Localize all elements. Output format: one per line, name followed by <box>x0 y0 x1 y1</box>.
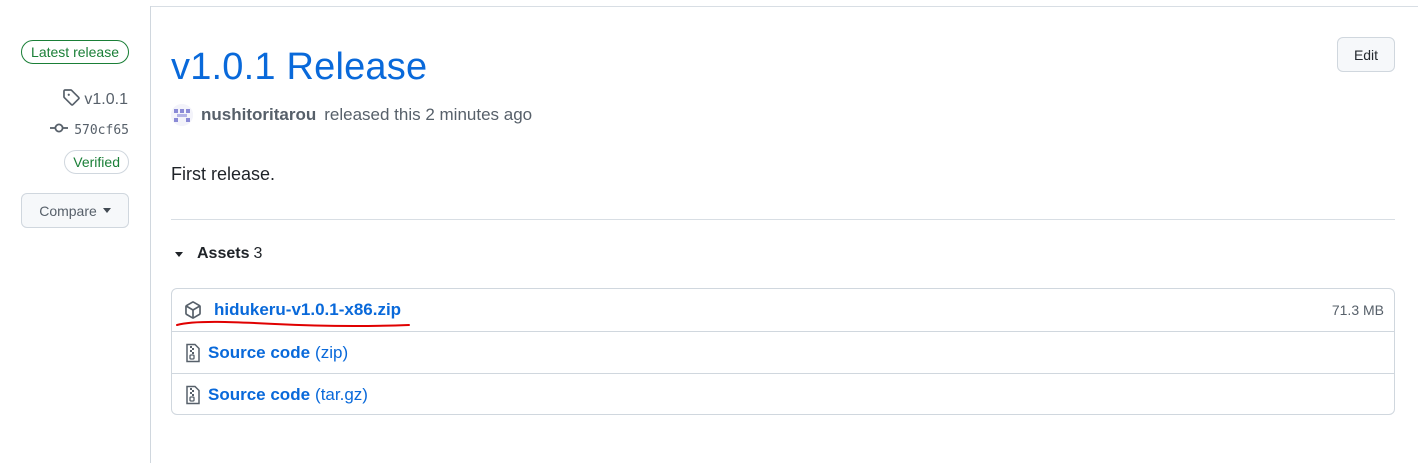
source-code-targz-link[interactable]: Source code <box>208 385 310 405</box>
avatar[interactable] <box>171 104 193 126</box>
release-notes: First release. <box>171 164 276 184</box>
asset-format[interactable]: (tar.gz) <box>315 385 368 405</box>
release-meta-sidebar: Latest release v1.0.1 570cf65 Verified C… <box>0 0 150 463</box>
tag-link[interactable]: v1.0.1 <box>62 88 128 111</box>
author-link[interactable]: nushitoritarou <box>201 105 316 125</box>
release-title[interactable]: v1.0.1 Release <box>171 46 427 89</box>
column-divider <box>150 6 151 463</box>
list-item: Source code (zip) <box>172 331 1394 373</box>
source-code-zip-link[interactable]: Source code <box>208 343 310 363</box>
list-item: Source code (tar.gz) <box>172 373 1394 414</box>
assets-toggle[interactable]: Assets 3 <box>175 245 262 263</box>
git-commit-icon <box>50 121 69 139</box>
assets-list: hidukeru-v1.0.1-x86.zip 71.3 MB Source c… <box>171 288 1395 415</box>
released-time-text: released this 2 minutes ago <box>324 105 533 124</box>
commit-link[interactable]: 570cf65 <box>50 121 129 139</box>
asset-format[interactable]: (zip) <box>315 343 348 363</box>
asset-size: 71.3 MB <box>1331 302 1384 318</box>
latest-release-badge: Latest release <box>21 40 129 64</box>
chevron-down-icon <box>102 208 111 213</box>
release-main: v1.0.1 Release Edit nushitoritarou relea… <box>171 0 1395 463</box>
assets-title: Assets <box>197 245 250 262</box>
tag-icon <box>62 88 81 111</box>
verified-badge[interactable]: Verified <box>64 150 129 174</box>
tag-label: v1.0.1 <box>84 90 128 108</box>
compare-button[interactable]: Compare <box>21 193 129 228</box>
file-zip-icon <box>185 343 201 363</box>
commit-sha: 570cf65 <box>74 122 129 138</box>
assets-count: 3 <box>253 245 263 262</box>
compare-label: Compare <box>39 202 97 219</box>
section-divider <box>171 219 1395 220</box>
triangle-down-icon <box>175 251 183 257</box>
release-byline: nushitoritarou released this 2 minutes a… <box>171 104 532 126</box>
file-zip-icon <box>185 385 201 405</box>
red-underline-annotation <box>176 320 410 328</box>
edit-button[interactable]: Edit <box>1337 37 1395 72</box>
